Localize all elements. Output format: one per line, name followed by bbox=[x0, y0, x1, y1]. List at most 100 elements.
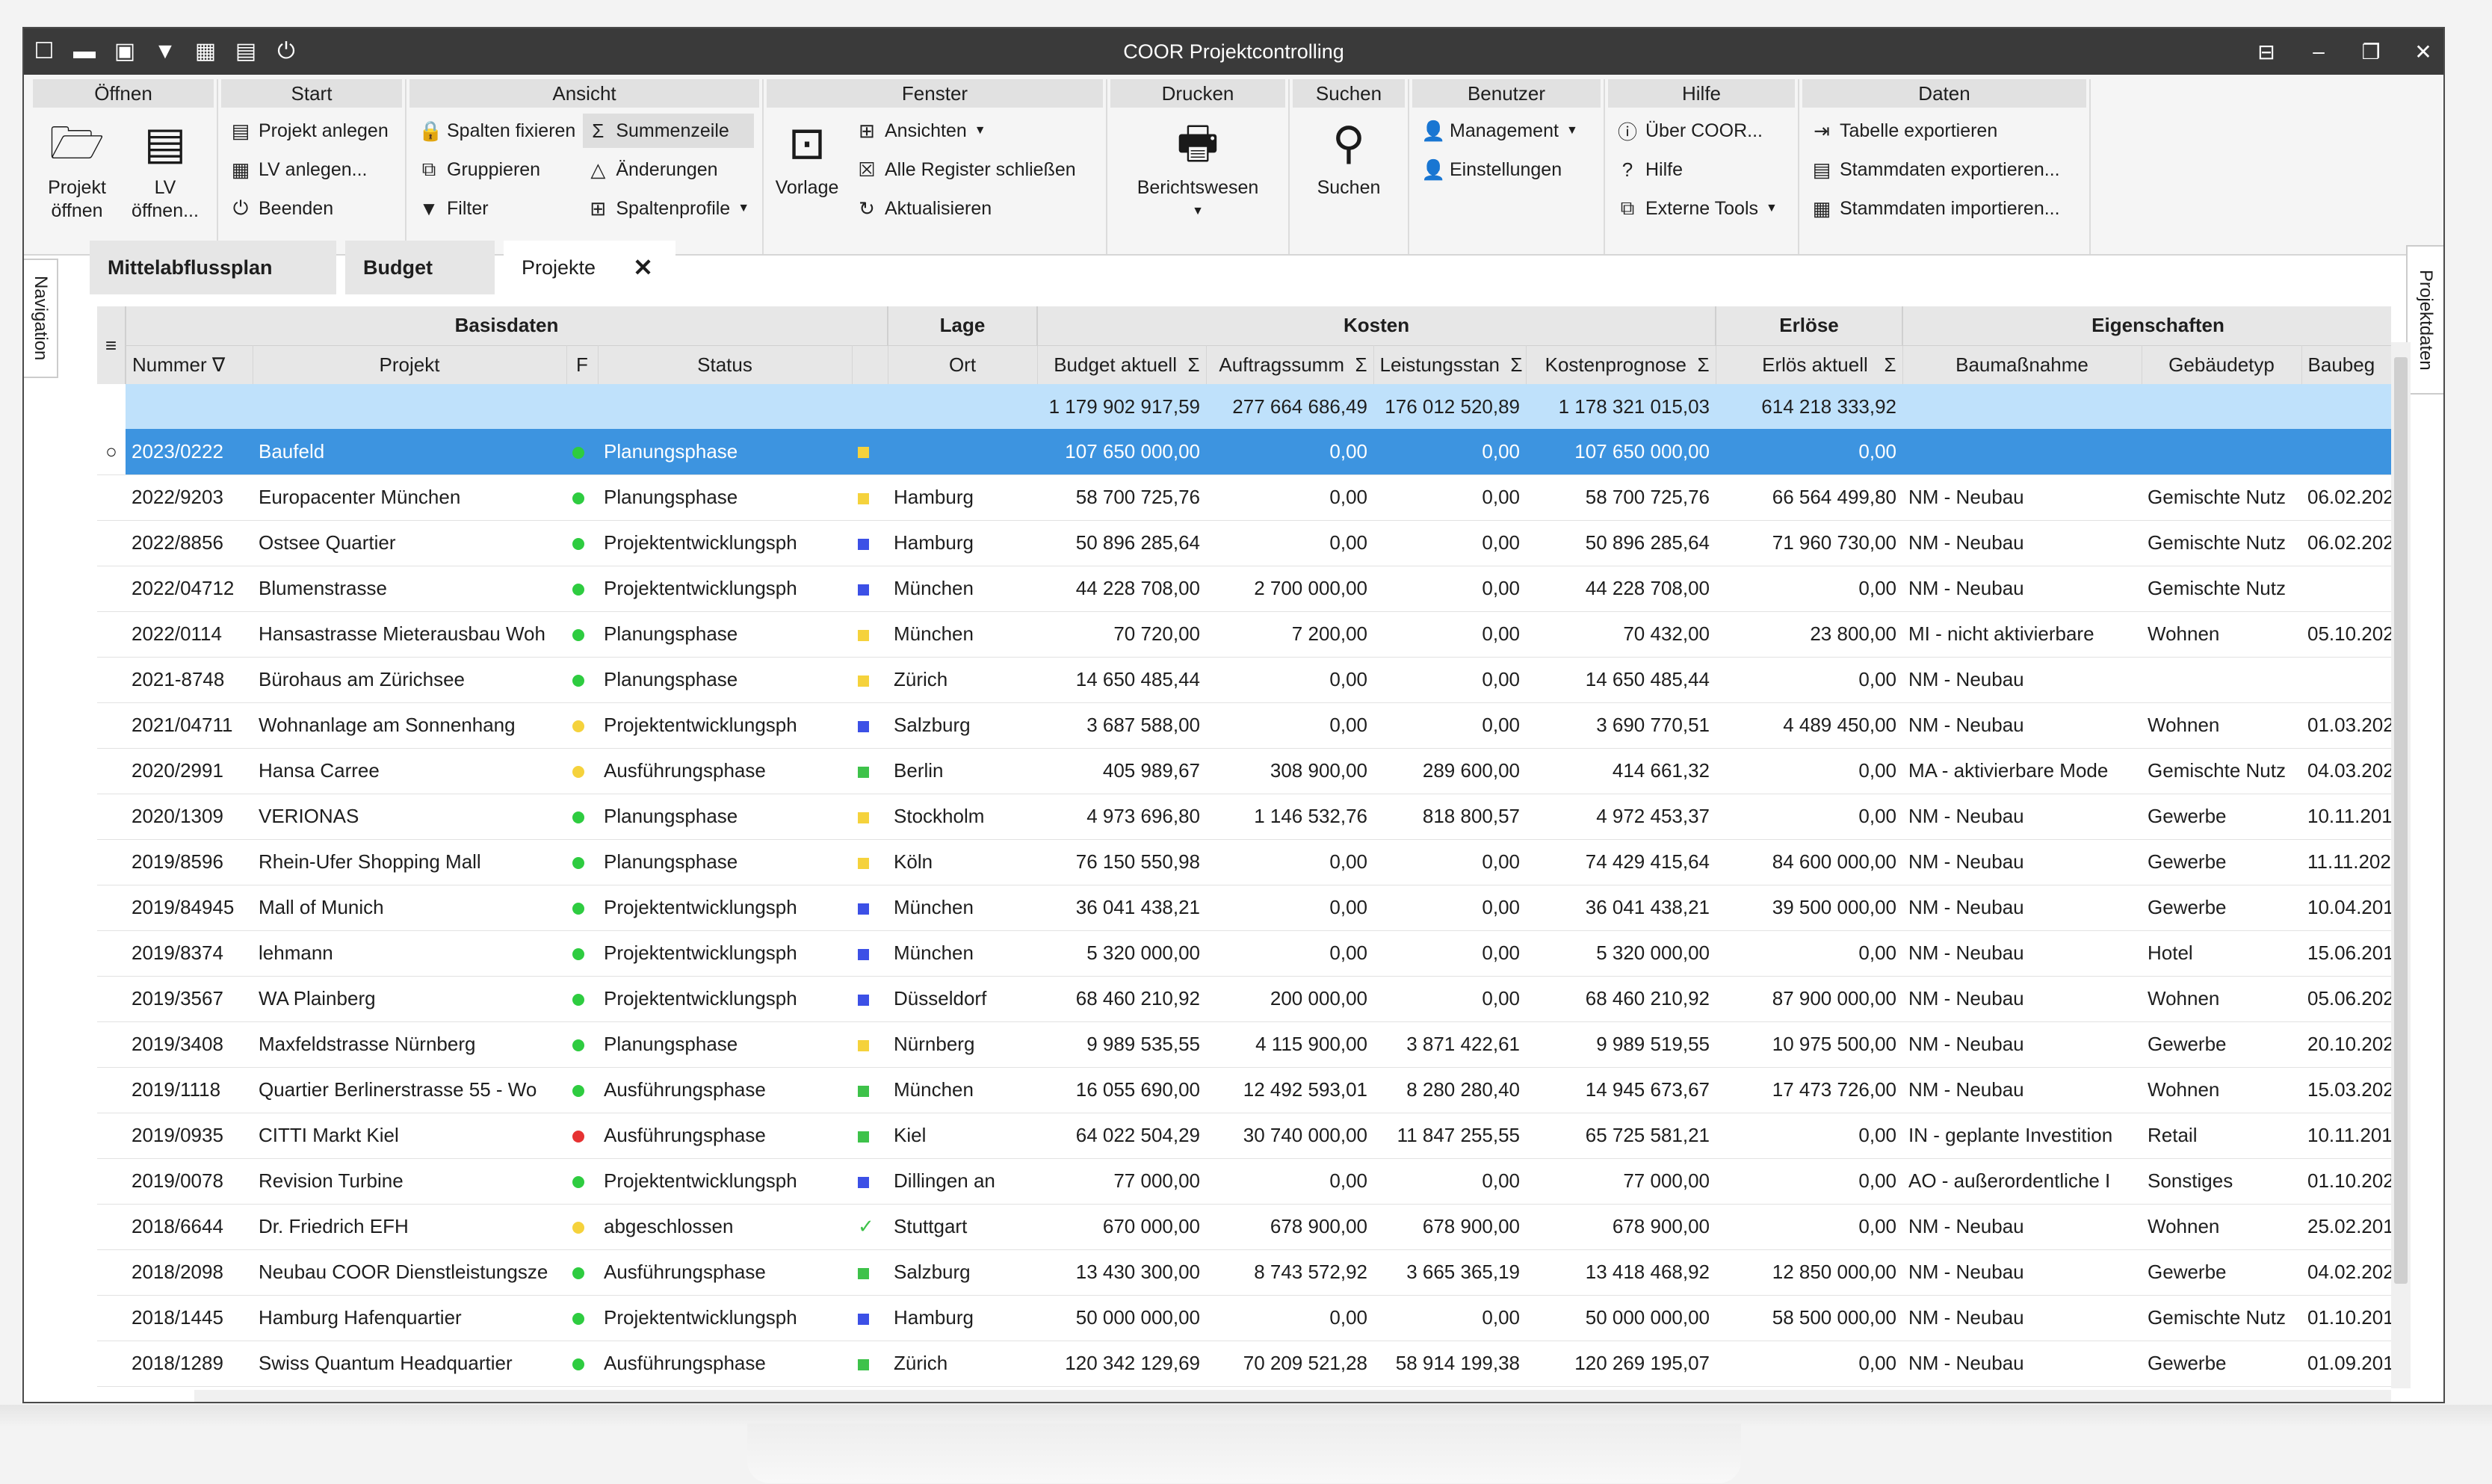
horizontal-scrollbar[interactable] bbox=[194, 1390, 2391, 1402]
tab-mittelabflussplan[interactable]: Mittelabflussplan bbox=[90, 241, 336, 294]
table-row[interactable]: 2022/8856 Ostsee Quartier Projektentwicklu… bbox=[97, 520, 2391, 566]
table-row[interactable]: 2019/1118 Quartier Berlinerstrasse 55 - W… bbox=[97, 1067, 2391, 1113]
cell-baumassnahme: NM - Neubau bbox=[1902, 657, 2142, 703]
hilfe-button[interactable]: ? Hilfe bbox=[1613, 152, 1790, 187]
cell-nummer: 2022/9203 bbox=[126, 474, 253, 521]
vertical-scrollbar[interactable] bbox=[2391, 342, 2411, 1388]
table-row[interactable]: ○ 2023/0222 Baufeld Planungsphase 107 650 00… bbox=[97, 429, 2391, 475]
gruppieren-button[interactable]: ⧉ Gruppieren bbox=[414, 152, 580, 187]
table-row[interactable]: 2019/3408 Maxfeldstrasse Nürnberg Planungs… bbox=[97, 1021, 2391, 1068]
folder-open-icon[interactable]: ▬ bbox=[72, 40, 97, 63]
cell-baubeginn bbox=[2301, 429, 2391, 475]
scrollbar-thumb[interactable] bbox=[2394, 357, 2408, 1284]
col-f[interactable]: F bbox=[566, 344, 599, 384]
stammdaten-exportieren-button[interactable]: ▤ Stammdaten exportieren... bbox=[1807, 152, 2082, 187]
stammdaten-importieren-button[interactable]: ▦ Stammdaten importieren... bbox=[1807, 191, 2082, 226]
table-row[interactable]: 2019/8374 lehmann Projektentwicklungsph Mün… bbox=[97, 930, 2391, 977]
cell-status: Ausführungsphase bbox=[598, 1067, 852, 1113]
cell-baumassnahme: NM - Neubau bbox=[1902, 1067, 2142, 1113]
col-budget-aktuell[interactable]: Budget aktuell Σ bbox=[1037, 344, 1207, 384]
spalten-fixieren-button[interactable]: 🔒 Spalten fixieren bbox=[414, 114, 580, 148]
table-row[interactable]: 2019/0078 Revision Turbine Projektentwickl… bbox=[97, 1158, 2391, 1205]
cell-leistung: 3 665 365,19 bbox=[1373, 1249, 1527, 1296]
aenderungen-button[interactable]: △ Änderungen bbox=[583, 152, 754, 187]
cell-lage bbox=[852, 566, 888, 612]
minimize-icon[interactable]: – bbox=[2307, 40, 2330, 64]
col-kostenprognose[interactable]: Kostenprognose Σ bbox=[1526, 344, 1716, 384]
col-leistungsstand[interactable]: Leistungsstan Σ bbox=[1373, 344, 1527, 384]
close-tab-icon[interactable]: ✕ bbox=[633, 253, 653, 282]
restore-icon[interactable]: ❐ bbox=[2360, 40, 2382, 64]
table-row[interactable]: 2019/3567 WA Plainberg Projektentwicklungs… bbox=[97, 976, 2391, 1022]
col-erloes-aktuell[interactable]: Erlös aktuell Σ bbox=[1716, 344, 1903, 384]
tabelle-exportieren-button[interactable]: ⇥ Tabelle exportieren bbox=[1807, 114, 2082, 148]
sort-filter-icon[interactable]: ∇ bbox=[212, 353, 225, 376]
cell-projekt: Ostsee Quartier bbox=[253, 520, 566, 566]
summenzeile-button[interactable]: Σ Summenzeile bbox=[583, 114, 755, 148]
col-ort[interactable]: Ort bbox=[888, 344, 1038, 384]
ansichten-dropdown[interactable]: ⊞ Ansichten ▼ bbox=[852, 114, 1080, 148]
col-nummer[interactable]: Nummer ∇ bbox=[126, 344, 253, 384]
alle-register-schliessen-button[interactable]: ☒ Alle Register schließen bbox=[852, 152, 1080, 187]
table-row[interactable]: 2020/1309 VERIONAS Planungsphase Stockholm 4… bbox=[97, 794, 2391, 840]
table-row[interactable]: 2018/1445 Hamburg Hafenquartier Projektent… bbox=[97, 1295, 2391, 1341]
vorlage-button[interactable]: ⊡ Vorlage bbox=[771, 112, 843, 254]
cell-leistung: 0,00 bbox=[1373, 566, 1527, 612]
projekt-anlegen-button[interactable]: ▤ Projekt anlegen bbox=[226, 114, 398, 148]
cell-prognose: 58 700 725,76 bbox=[1526, 474, 1716, 521]
table-row[interactable]: 2022/9203 Europacenter München Planungspha… bbox=[97, 474, 2391, 521]
col-baumassnahme[interactable]: Baumaßnahme bbox=[1902, 344, 2142, 384]
col-status[interactable]: Status bbox=[598, 344, 853, 384]
col-auftragssumme[interactable]: Auftragssumm Σ bbox=[1206, 344, 1374, 384]
power-icon[interactable]: ⏻ bbox=[273, 40, 299, 63]
projekt-oeffnen-button[interactable]: 🗁 Projekt öffnen bbox=[37, 112, 117, 254]
col-projekt[interactable]: Projekt bbox=[253, 344, 567, 384]
aktualisieren-button[interactable]: ↻ Aktualisieren bbox=[852, 191, 1080, 226]
row-indicator bbox=[97, 474, 126, 521]
table-row[interactable]: 2021-8748 Bürohaus am Zürichsee Planungsph… bbox=[97, 657, 2391, 703]
print-icon[interactable]: ▣ bbox=[112, 40, 137, 63]
filter-icon[interactable]: ▼ bbox=[152, 40, 178, 63]
suchen-button[interactable]: ⚲ Suchen bbox=[1297, 112, 1400, 200]
einstellungen-button[interactable]: 👤 Einstellungen bbox=[1417, 152, 1596, 187]
table-row[interactable]: 2020/2991 Hansa Carree Ausführungsphase Ber… bbox=[97, 748, 2391, 794]
filter-button[interactable]: ▼ Filter bbox=[414, 191, 580, 226]
beenden-button[interactable]: ⏻ Beenden bbox=[226, 191, 398, 226]
navigation-side-tab[interactable]: Navigation bbox=[24, 259, 58, 378]
calculator-icon[interactable]: ▦ bbox=[193, 40, 218, 63]
table-row[interactable]: 2022/04712 Blumenstrasse Projektentwicklun… bbox=[97, 566, 2391, 612]
cell-f bbox=[566, 1113, 598, 1159]
lv-oeffnen-button[interactable]: ▤ LV öffnen... bbox=[126, 112, 205, 254]
col-baubeginn[interactable]: Baubeg bbox=[2301, 344, 2391, 384]
cell-baumassnahme: NM - Neubau bbox=[1902, 839, 2142, 885]
projektdaten-side-tab[interactable]: Projektdaten bbox=[2406, 245, 2443, 395]
button-label: Einstellungen bbox=[1450, 158, 1562, 180]
table-row[interactable]: 2022/0114 Hansastrasse Mieterausbau Woh Pl… bbox=[97, 611, 2391, 658]
cell-prognose: 50 000 000,00 bbox=[1526, 1295, 1716, 1341]
button-label: Externe Tools bbox=[1645, 197, 1759, 219]
col-lage-indicator[interactable] bbox=[852, 344, 888, 384]
window-icon[interactable]: ☐ bbox=[31, 40, 57, 63]
table-row[interactable]: 2019/84945 Mall of Munich Projektentwicklu… bbox=[97, 885, 2391, 931]
close-icon[interactable]: ✕ bbox=[2412, 40, 2434, 64]
ueber-coor-button[interactable]: ⓘ Über COOR... bbox=[1613, 114, 1790, 148]
col-gebaeudetyp[interactable]: Gebäudetyp bbox=[2142, 344, 2302, 384]
berichtswesen-button[interactable]: 🖶 Berichtswesen ▼ bbox=[1115, 112, 1281, 223]
externe-tools-dropdown[interactable]: ⧉ Externe Tools ▼ bbox=[1613, 191, 1790, 226]
table-row[interactable]: 2019/0935 CITTI Markt Kiel Ausführungsphas… bbox=[97, 1113, 2391, 1159]
table-row[interactable]: 2021/04711 Wohnanlage am Sonnenhang Projek… bbox=[97, 702, 2391, 749]
layout-toggle-icon[interactable]: ⊟ bbox=[2255, 40, 2278, 64]
table-row[interactable]: 2018/6644 Dr. Friedrich EFH abgeschlossen ✓… bbox=[97, 1204, 2391, 1250]
layout-icon[interactable]: ▤ bbox=[233, 40, 259, 63]
spaltenprofile-dropdown[interactable]: ⊞ Spaltenprofile ▼ bbox=[583, 191, 754, 226]
table-row[interactable]: 2019/8596 Rhein-Ufer Shopping Mall Planung… bbox=[97, 839, 2391, 885]
table-row[interactable]: 2018/1289 Swiss Quantum Headquartier Ausfü… bbox=[97, 1341, 2391, 1387]
cell-budget: 120 342 129,69 bbox=[1037, 1341, 1207, 1387]
column-chooser-icon[interactable]: ≡ bbox=[97, 306, 126, 384]
lv-anlegen-button[interactable]: ▦ LV anlegen... bbox=[226, 152, 398, 187]
table-row[interactable]: 2018/2098 Neubau COOR Dienstleistungsze Au… bbox=[97, 1249, 2391, 1296]
tab-budget[interactable]: Budget bbox=[345, 241, 495, 294]
management-dropdown[interactable]: 👤 Management ▼ bbox=[1417, 114, 1596, 148]
tab-projekte[interactable]: Projekte ✕ bbox=[504, 241, 675, 294]
cell-ort: München bbox=[888, 885, 1038, 931]
